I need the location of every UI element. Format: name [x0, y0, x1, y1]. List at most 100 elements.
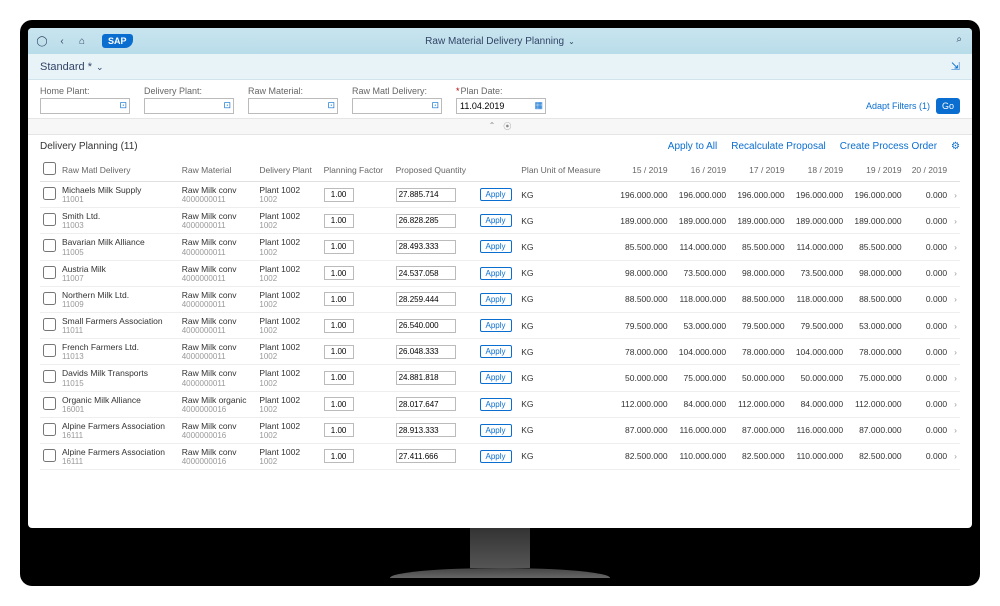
home-icon[interactable]: ⌂ — [76, 35, 88, 47]
period-cell: 82.500.000 — [612, 443, 671, 469]
row-checkbox[interactable] — [43, 423, 56, 436]
plant-name: Plant 1002 — [259, 264, 317, 274]
value-help-icon[interactable]: ⊡ — [431, 100, 439, 111]
delivery-plant-input[interactable] — [144, 98, 234, 114]
row-nav-icon[interactable]: › — [950, 208, 960, 234]
proposed-qty-input[interactable] — [396, 319, 456, 333]
row-checkbox[interactable] — [43, 397, 56, 410]
raw-material-input[interactable] — [248, 98, 338, 114]
select-all-checkbox[interactable] — [43, 162, 56, 175]
apply-to-all-link[interactable]: Apply to All — [668, 141, 717, 152]
plan-date-input[interactable] — [456, 98, 546, 114]
row-nav-icon[interactable]: › — [950, 312, 960, 338]
table-row: Northern Milk Ltd.11009Raw Milk conv4000… — [40, 286, 960, 312]
row-checkbox[interactable] — [43, 370, 56, 383]
home-plant-input[interactable] — [40, 98, 130, 114]
apply-button[interactable]: Apply — [480, 424, 512, 437]
row-nav-icon[interactable]: › — [950, 365, 960, 391]
apply-button[interactable]: Apply — [480, 293, 512, 306]
share-icon[interactable]: ⇲ — [951, 60, 960, 73]
col-material[interactable]: Raw Material — [179, 158, 257, 182]
app-title[interactable]: Raw Material Delivery Planning — [425, 36, 575, 47]
apply-button[interactable]: Apply — [480, 267, 512, 280]
planning-factor-input[interactable] — [324, 423, 354, 437]
row-checkbox[interactable] — [43, 266, 56, 279]
apply-button[interactable]: Apply — [480, 345, 512, 358]
col-p18[interactable]: 18 / 2019 — [788, 158, 847, 182]
proposed-qty-input[interactable] — [396, 214, 456, 228]
apply-button[interactable]: Apply — [480, 319, 512, 332]
planning-factor-input[interactable] — [324, 397, 354, 411]
proposed-qty-input[interactable] — [396, 188, 456, 202]
row-checkbox[interactable] — [43, 344, 56, 357]
table-settings-icon[interactable]: ⚙ — [951, 141, 960, 152]
apply-button[interactable]: Apply — [480, 398, 512, 411]
apply-button[interactable]: Apply — [480, 214, 512, 227]
planning-factor-input[interactable] — [324, 214, 354, 228]
col-factor[interactable]: Planning Factor — [321, 158, 393, 182]
raw-matl-delivery-input[interactable] — [352, 98, 442, 114]
row-nav-icon[interactable]: › — [950, 339, 960, 365]
row-nav-icon[interactable]: › — [950, 443, 960, 469]
proposed-qty-input[interactable] — [396, 423, 456, 437]
recalculate-link[interactable]: Recalculate Proposal — [731, 141, 826, 152]
row-checkbox[interactable] — [43, 318, 56, 331]
delivery-id: 11015 — [62, 379, 176, 388]
col-plant[interactable]: Delivery Plant — [256, 158, 320, 182]
col-p20[interactable]: 20 / 2019 — [905, 158, 951, 182]
period-cell: 50.000.000 — [612, 365, 671, 391]
variant-select[interactable]: Standard * — [40, 61, 104, 73]
planning-factor-input[interactable] — [324, 240, 354, 254]
col-p15[interactable]: 15 / 2019 — [612, 158, 671, 182]
back-icon[interactable]: ‹ — [56, 35, 68, 47]
row-checkbox[interactable] — [43, 449, 56, 462]
proposed-qty-input[interactable] — [396, 397, 456, 411]
calendar-icon[interactable]: ▦ — [534, 100, 543, 111]
apply-button[interactable]: Apply — [480, 371, 512, 384]
proposed-qty-input[interactable] — [396, 345, 456, 359]
value-help-icon[interactable]: ⊡ — [119, 100, 127, 111]
material-name: Raw Milk organic — [182, 395, 254, 405]
row-nav-icon[interactable]: › — [950, 260, 960, 286]
row-checkbox[interactable] — [43, 239, 56, 252]
proposed-qty-input[interactable] — [396, 292, 456, 306]
row-nav-icon[interactable]: › — [950, 234, 960, 260]
planning-factor-input[interactable] — [324, 319, 354, 333]
apply-button[interactable]: Apply — [480, 450, 512, 463]
proposed-qty-input[interactable] — [396, 371, 456, 385]
collapse-icon[interactable]: ⌃ — [485, 121, 500, 132]
plant-name: Plant 1002 — [259, 421, 317, 431]
col-proposed[interactable]: Proposed Quantity — [393, 158, 477, 182]
row-nav-icon[interactable]: › — [950, 286, 960, 312]
planning-factor-input[interactable] — [324, 345, 354, 359]
row-checkbox[interactable] — [43, 187, 56, 200]
planning-factor-input[interactable] — [324, 449, 354, 463]
col-p16[interactable]: 16 / 2019 — [671, 158, 730, 182]
proposed-qty-input[interactable] — [396, 449, 456, 463]
proposed-qty-input[interactable] — [396, 266, 456, 280]
apply-button[interactable]: Apply — [480, 240, 512, 253]
row-nav-icon[interactable]: › — [950, 391, 960, 417]
proposed-qty-input[interactable] — [396, 240, 456, 254]
create-process-order-link[interactable]: Create Process Order — [840, 141, 937, 152]
pin-icon[interactable]: ⦿ — [499, 121, 515, 132]
go-button[interactable]: Go — [936, 98, 960, 114]
row-nav-icon[interactable]: › — [950, 417, 960, 443]
row-checkbox[interactable] — [43, 292, 56, 305]
col-uom[interactable]: Plan Unit of Measure — [518, 158, 612, 182]
col-p19[interactable]: 19 / 2019 — [846, 158, 905, 182]
row-nav-icon[interactable]: › — [950, 182, 960, 208]
value-help-icon[interactable]: ⊡ — [223, 100, 231, 111]
user-icon[interactable]: ◯ — [36, 35, 48, 47]
planning-factor-input[interactable] — [324, 188, 354, 202]
planning-factor-input[interactable] — [324, 371, 354, 385]
adapt-filters-link[interactable]: Adapt Filters (1) — [866, 101, 930, 111]
planning-factor-input[interactable] — [324, 292, 354, 306]
col-delivery[interactable]: Raw Matl Delivery — [59, 158, 179, 182]
col-p17[interactable]: 17 / 2019 — [729, 158, 788, 182]
search-icon[interactable]: ⌕ — [956, 34, 962, 45]
value-help-icon[interactable]: ⊡ — [327, 100, 335, 111]
apply-button[interactable]: Apply — [480, 188, 512, 201]
row-checkbox[interactable] — [43, 213, 56, 226]
planning-factor-input[interactable] — [324, 266, 354, 280]
